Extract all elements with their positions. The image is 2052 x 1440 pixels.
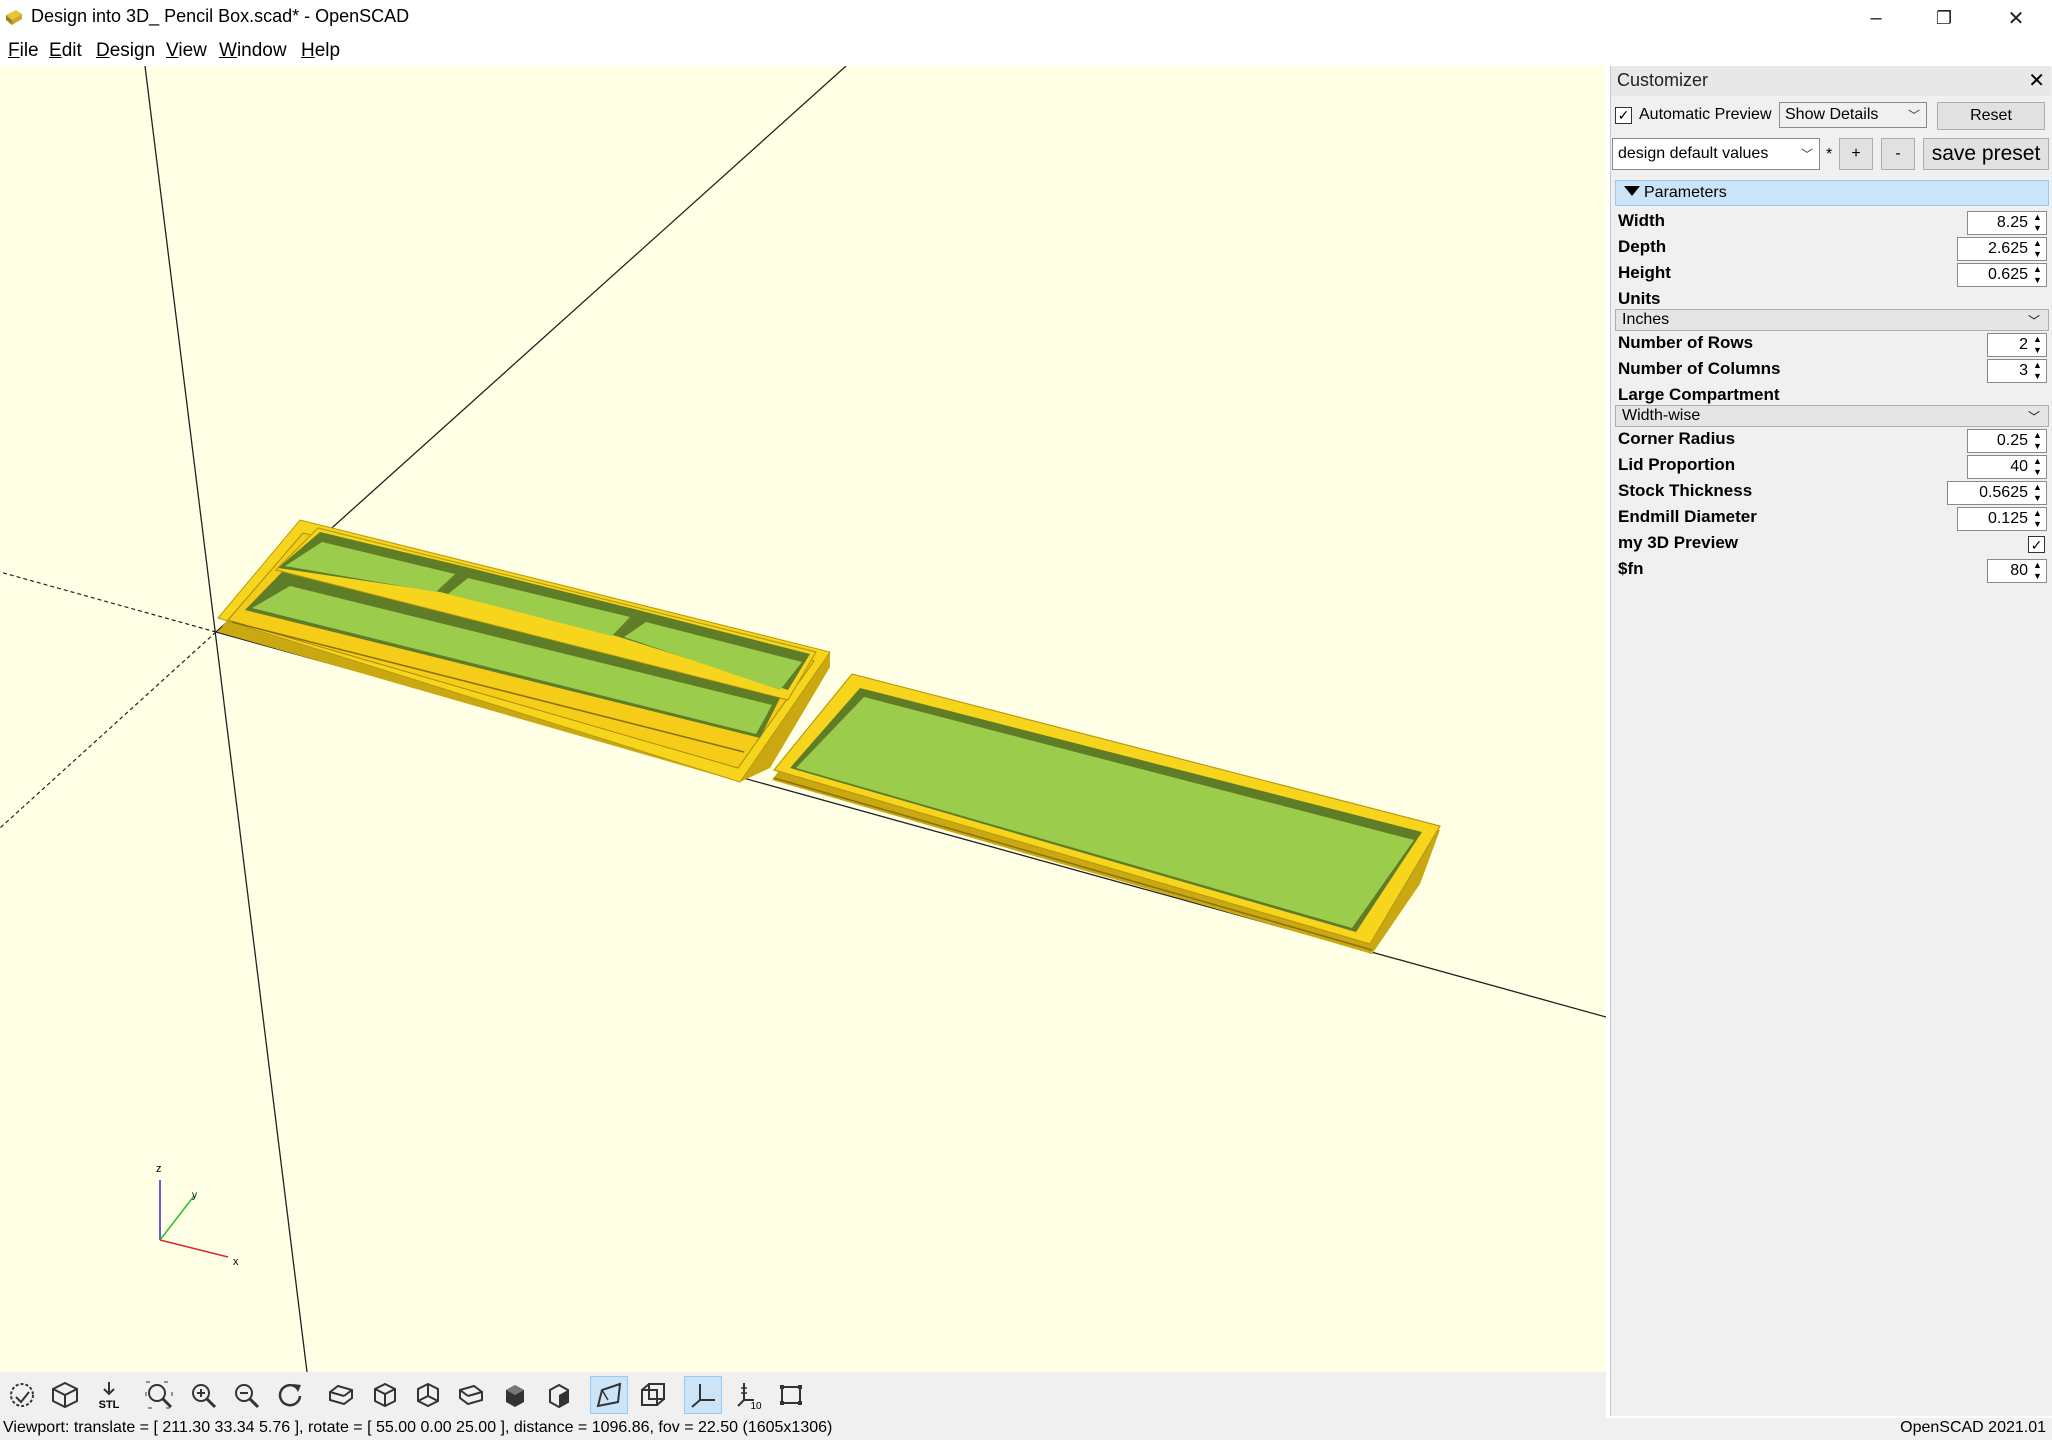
chevron-down-icon: ﹀ xyxy=(2027,314,2040,328)
parameters-group-header[interactable]: Parameters xyxy=(1615,180,2049,206)
collapse-triangle-icon xyxy=(1624,186,1640,196)
param-corner-radius: Corner Radius 0.25 ▲ ▼ xyxy=(1615,428,2049,454)
width-spinbox[interactable]: 8.25 ▲ ▼ xyxy=(1967,211,2047,235)
axis-z-label: z xyxy=(156,1163,162,1175)
preview-icon[interactable] xyxy=(3,1376,41,1414)
add-preset-button[interactable]: + xyxy=(1839,138,1873,170)
large-compartment-select[interactable]: Width-wise ﹀ xyxy=(1615,405,2049,427)
param-endmill-diameter: Endmill Diameter 0.125 ▲ ▼ xyxy=(1615,506,2049,532)
save-preset-button[interactable]: save preset xyxy=(1923,138,2049,170)
axis-indicator: z y x xyxy=(156,1163,239,1268)
view-left-icon[interactable] xyxy=(452,1376,490,1414)
lid-proportion-spinbox[interactable]: 40 ▲ ▼ xyxy=(1967,455,2047,479)
3d-viewport[interactable]: z y x xyxy=(0,66,1606,1372)
chevron-down-icon: ﹀ xyxy=(1800,147,1813,162)
customizer-title: Customizer xyxy=(1617,70,1709,90)
chevron-down-icon: ﹀ xyxy=(2027,410,2040,424)
menu-edit[interactable]: Edit xyxy=(49,40,82,62)
stl-text: STL xyxy=(99,1399,120,1410)
view-front-icon[interactable] xyxy=(496,1376,534,1414)
orthogonal-icon[interactable] xyxy=(634,1376,672,1414)
show-axes-icon[interactable] xyxy=(684,1376,722,1414)
param-depth: Depth 2.625 ▲ ▼ xyxy=(1615,236,2049,262)
param-stock-thickness: Stock Thickness 0.5625 ▲ ▼ xyxy=(1615,480,2049,506)
rows-spinbox[interactable]: 2 ▲ ▼ xyxy=(1987,333,2047,357)
param-my-3d-preview: my 3D Preview ✓ xyxy=(1615,532,2049,558)
menu-file[interactable]: File xyxy=(8,40,39,62)
remove-preset-button[interactable]: - xyxy=(1881,138,1915,170)
reset-button[interactable]: Reset xyxy=(1937,102,2045,130)
menu-view[interactable]: View xyxy=(166,40,207,62)
close-window-button[interactable]: ✕ xyxy=(1982,0,2050,36)
pencil-box-base xyxy=(217,519,831,783)
preset-select[interactable]: design default values ﹀ xyxy=(1612,138,1820,170)
model-render: z y x xyxy=(0,66,1606,1372)
zoom-out-icon[interactable] xyxy=(227,1376,265,1414)
param-width: Width 8.25 ▲ ▼ xyxy=(1615,210,2049,236)
viewport-status: Viewport: translate = [ 211.30 33.34 5.7… xyxy=(3,1419,833,1436)
view-back-icon[interactable] xyxy=(540,1376,578,1414)
customizer-panel: Customizer ✕ ✓ Automatic Preview Show De… xyxy=(1610,66,2052,1416)
menu-help[interactable]: Help xyxy=(301,40,340,62)
param-number-of-columns: Number of Columns 3 ▲ ▼ xyxy=(1615,358,2049,384)
automatic-preview-toggle[interactable]: ✓ Automatic Preview xyxy=(1615,106,1772,124)
view-all-icon[interactable] xyxy=(140,1376,178,1414)
view-top-icon[interactable] xyxy=(366,1376,404,1414)
param-fn: $fn 80 ▲ ▼ xyxy=(1615,558,2049,584)
view-bottom-icon[interactable] xyxy=(409,1376,447,1414)
param-lid-proportion: Lid Proportion 40 ▲ ▼ xyxy=(1615,454,2049,480)
stock-thickness-spinbox[interactable]: 0.5625 ▲ ▼ xyxy=(1947,481,2047,505)
openscad-app-icon xyxy=(6,10,22,25)
perspective-icon[interactable] xyxy=(590,1376,628,1414)
height-spinbox[interactable]: 0.625 ▲ ▼ xyxy=(1957,263,2047,287)
my-3d-preview-checkbox[interactable]: ✓ xyxy=(2028,536,2045,553)
restore-button[interactable]: ❐ xyxy=(1910,0,1978,36)
fn-spinbox[interactable]: 80 ▲ ▼ xyxy=(1987,559,2047,583)
status-bar: Viewport: translate = [ 211.30 33.34 5.7… xyxy=(0,1418,2052,1440)
menu-bar: File Edit Design View Window Help xyxy=(0,36,2052,66)
title-bar: Design into 3D_ Pencil Box.scad* - OpenS… xyxy=(0,0,2052,36)
show-scale-markers-icon[interactable]: 10 xyxy=(730,1376,768,1414)
reset-view-icon[interactable] xyxy=(271,1376,309,1414)
endmill-diameter-spinbox[interactable]: 0.125 ▲ ▼ xyxy=(1957,507,2047,531)
render-icon[interactable] xyxy=(46,1376,84,1414)
window-title: Design into 3D_ Pencil Box.scad* - OpenS… xyxy=(31,6,410,26)
units-select[interactable]: Inches ﹀ xyxy=(1615,309,2049,331)
automatic-preview-checkbox[interactable]: ✓ xyxy=(1615,106,1632,124)
version-label: OpenSCAD 2021.01 xyxy=(1900,1419,2046,1436)
show-edges-icon[interactable] xyxy=(772,1376,810,1414)
details-mode-select[interactable]: Show Details ﹀ xyxy=(1779,102,1927,128)
export-stl-icon[interactable]: STL xyxy=(90,1376,128,1414)
corner-radius-spinbox[interactable]: 0.25 ▲ ▼ xyxy=(1967,429,2047,453)
preset-modified-marker: * xyxy=(1826,146,1833,163)
customizer-header: Customizer ✕ xyxy=(1611,66,2051,96)
menu-design[interactable]: Design xyxy=(96,40,155,62)
scale-number: 10 xyxy=(750,1401,762,1410)
axis-y-label: y xyxy=(192,1190,197,1201)
columns-spinbox[interactable]: 3 ▲ ▼ xyxy=(1987,359,2047,383)
automatic-preview-label: Automatic Preview xyxy=(1639,106,1772,123)
zoom-in-icon[interactable] xyxy=(184,1376,222,1414)
param-height: Height 0.625 ▲ ▼ xyxy=(1615,262,2049,288)
chevron-down-icon: ﹀ xyxy=(1907,108,1920,123)
minimize-button[interactable]: – xyxy=(1842,0,1910,36)
menu-window[interactable]: Window xyxy=(219,40,287,62)
customizer-close-icon[interactable]: ✕ xyxy=(2028,68,2045,93)
axis-x-label: x xyxy=(233,1256,239,1268)
depth-spinbox[interactable]: 2.625 ▲ ▼ xyxy=(1957,237,2047,261)
view-toolbar: STL 10 xyxy=(0,1372,1606,1418)
view-right-icon[interactable] xyxy=(322,1376,360,1414)
param-number-of-rows: Number of Rows 2 ▲ ▼ xyxy=(1615,332,2049,358)
